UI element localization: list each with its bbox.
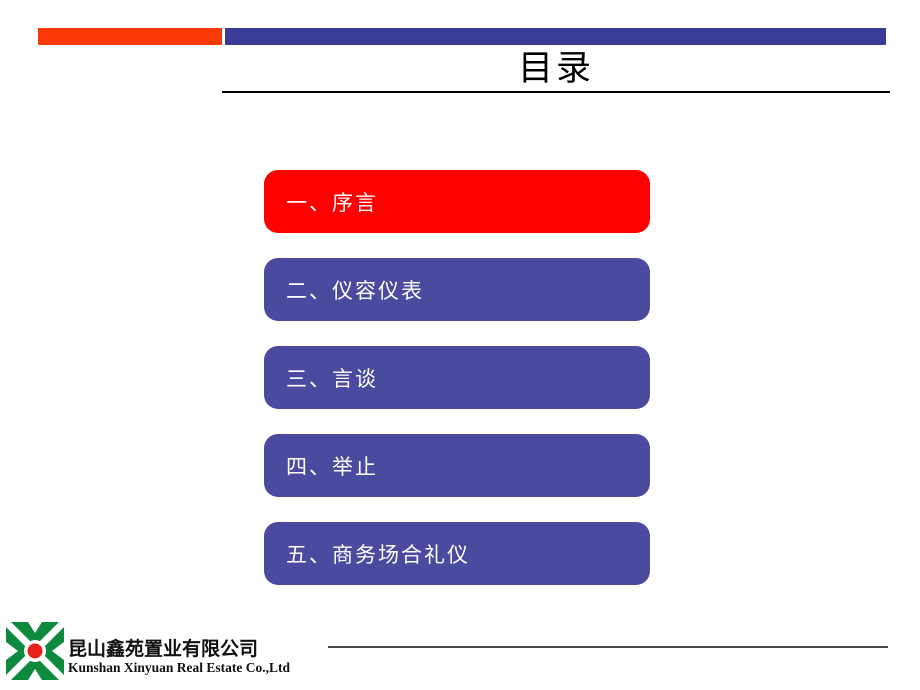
footer-divider [328,646,888,648]
page-title: 目录 [222,48,890,94]
x-mark-logo-icon [3,619,67,683]
toc-item-2[interactable]: 二、仪容仪表 [264,258,650,321]
toc-item-4[interactable]: 四、举止 [264,434,650,497]
toc-item-label: 二、仪容仪表 [286,278,424,303]
toc-item-label: 一、序言 [286,190,378,215]
page-title-text: 目录 [517,49,594,89]
company-name-en: Kunshan Xinyuan Real Estate Co.,Ltd [68,660,291,675]
company-name-cn: 昆山鑫苑置业有限公司 [68,638,259,660]
header-accent-bar-orange [38,28,222,45]
slide-footer: 昆山鑫苑置业有限公司 Kunshan Xinyuan Real Estate C… [0,612,920,690]
table-of-contents-list: 一、序言 二、仪容仪表 三、言谈 四、举止 五、商务场合礼仪 [264,170,650,585]
title-divider [222,91,890,93]
toc-item-label: 五、商务场合礼仪 [286,542,470,567]
toc-item-3[interactable]: 三、言谈 [264,346,650,409]
toc-item-label: 三、言谈 [286,366,378,391]
toc-item-label: 四、举止 [286,454,378,479]
company-logotype: 昆山鑫苑置业有限公司 Kunshan Xinyuan Real Estate C… [68,638,338,676]
toc-item-1[interactable]: 一、序言 [264,170,650,233]
slide-canvas: 目录 一、序言 二、仪容仪表 三、言谈 四、举止 五、商务场合礼仪 昆山鑫苑置业… [0,0,920,690]
toc-item-5[interactable]: 五、商务场合礼仪 [264,522,650,585]
header-accent-bar-blue [225,28,886,45]
